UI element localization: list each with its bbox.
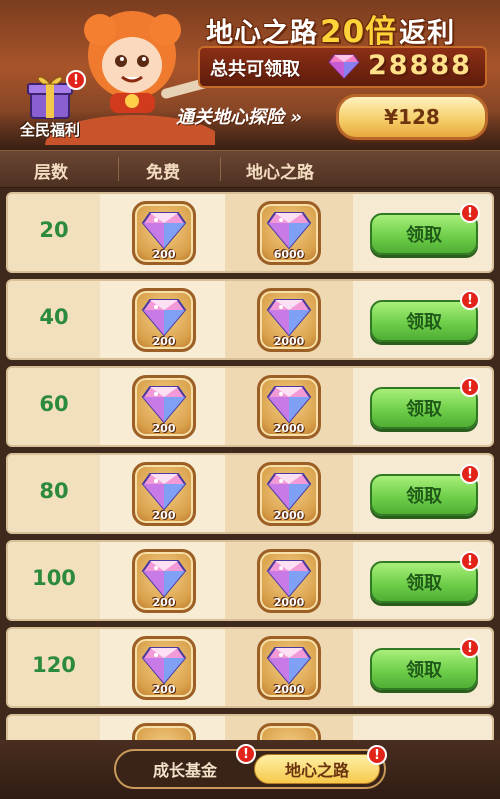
- welfare-button[interactable]: ! 全民福利: [14, 70, 86, 140]
- core-road-reward-slot[interactable]: 2000: [257, 636, 321, 700]
- reward-row-partial: [6, 714, 494, 740]
- reward-row: 100 200 2000 领取!: [6, 540, 494, 621]
- level-cell: [8, 716, 100, 740]
- free-reward-slot[interactable]: 200: [132, 549, 196, 613]
- welfare-alert-badge: !: [66, 70, 86, 90]
- tab-bar: 成长基金 ! 地心之路 !: [114, 744, 387, 789]
- level-number: 80: [39, 479, 69, 503]
- claim-alert-badge: !: [460, 377, 480, 397]
- table-header: 层数 免费 地心之路: [0, 150, 500, 189]
- total-reward-box: 总共可领取 28888: [198, 46, 487, 88]
- core-road-reward-slot[interactable]: 2000: [257, 462, 321, 526]
- claim-alert-badge: !: [460, 203, 480, 223]
- level-number: 60: [39, 392, 69, 416]
- reward-row: 40 200 2000 领取!: [6, 279, 494, 360]
- gem-icon: [141, 212, 187, 250]
- reward-row: 80 200 2000 领取!: [6, 453, 494, 534]
- free-reward-amount: 200: [152, 422, 176, 435]
- total-label: 总共可领取: [210, 59, 300, 80]
- gem-icon: [266, 386, 312, 424]
- level-number: 20: [39, 218, 69, 242]
- tab-growth-fund-label: 成长基金: [152, 761, 217, 780]
- free-reward-slot[interactable]: 200: [132, 201, 196, 265]
- tab-core-road-badge: !: [367, 745, 387, 765]
- free-reward-amount: 200: [152, 509, 176, 522]
- claim-alert-badge: !: [460, 464, 480, 484]
- reward-list[interactable]: 20 200 6000 领取! 40 200 2000 领取! 60 200 2000 领取! 80 20…: [0, 188, 500, 740]
- title-multiplier: 20倍: [320, 14, 398, 50]
- core-road-reward-slot[interactable]: [257, 723, 321, 740]
- core-road-reward-amount: 2000: [273, 335, 305, 348]
- level-number: 120: [32, 653, 76, 677]
- gem-icon: [328, 54, 360, 79]
- header-divider: [118, 157, 119, 181]
- free-reward-slot[interactable]: 200: [132, 375, 196, 439]
- core-road-reward-slot[interactable]: 6000: [257, 201, 321, 265]
- core-road-reward-slot[interactable]: 2000: [257, 549, 321, 613]
- free-reward-amount: 200: [152, 248, 176, 261]
- header-core-road: 地心之路: [246, 163, 314, 183]
- welfare-label: 全民福利: [19, 121, 80, 139]
- total-value: 28888: [368, 50, 472, 81]
- core-road-reward-amount: 2000: [273, 509, 305, 522]
- purchase-price-button[interactable]: ¥128: [336, 94, 488, 140]
- free-reward-slot[interactable]: [132, 723, 196, 740]
- core-road-reward-amount: 6000: [273, 248, 305, 261]
- core-road-reward-amount: 2000: [273, 422, 305, 435]
- reward-row: 120 200 2000 领取!: [6, 627, 494, 708]
- gem-icon: [141, 473, 187, 511]
- core-road-reward-slot[interactable]: 2000: [257, 375, 321, 439]
- level-number: 40: [39, 305, 69, 329]
- tab-core-road-label: 地心之路: [284, 761, 349, 780]
- free-reward-amount: 200: [152, 335, 176, 348]
- gem-icon: [141, 386, 187, 424]
- bottom-nav: 成长基金 ! 地心之路 !: [0, 740, 500, 799]
- gem-icon: [266, 473, 312, 511]
- free-reward-amount: 200: [152, 596, 176, 609]
- reward-row: 60 200 2000 领取!: [6, 366, 494, 447]
- reward-row: 20 200 6000 领取!: [6, 192, 494, 273]
- tab-core-road[interactable]: 地心之路 !: [254, 745, 387, 784]
- gem-icon: [266, 212, 312, 250]
- claim-alert-badge: !: [460, 551, 480, 571]
- tab-growth-fund-badge: !: [236, 744, 256, 764]
- gem-icon: [141, 299, 187, 337]
- free-reward-slot[interactable]: 200: [132, 288, 196, 352]
- header-divider: [220, 157, 221, 181]
- free-reward-slot[interactable]: 200: [132, 462, 196, 526]
- claim-alert-badge: !: [460, 290, 480, 310]
- banner-title: 地心之路20倍返利: [206, 6, 455, 51]
- event-banner: 地心之路20倍返利 总共可领取 28888 ! 全民福利 通关地心探险 » ¥1…: [0, 0, 500, 150]
- core-road-reward-amount: 2000: [273, 596, 305, 609]
- level-number: 100: [32, 566, 76, 590]
- gem-icon: [266, 299, 312, 337]
- header-free: 免费: [146, 163, 180, 183]
- core-road-reward-amount: 2000: [273, 683, 305, 696]
- free-reward-slot[interactable]: 200: [132, 636, 196, 700]
- gem-icon: [266, 647, 312, 685]
- header-level: 层数: [34, 163, 68, 183]
- free-reward-amount: 200: [152, 683, 176, 696]
- title-suffix: 返利: [399, 18, 456, 49]
- claim-alert-badge: !: [460, 638, 480, 658]
- title-prefix: 地心之路: [206, 18, 318, 49]
- tab-growth-fund[interactable]: 成长基金 !: [122, 744, 256, 784]
- gem-icon: [141, 647, 187, 685]
- pass-condition-text: 通关地心探险 »: [176, 107, 302, 128]
- gem-icon: [266, 560, 312, 598]
- core-road-reward-slot[interactable]: 2000: [257, 288, 321, 352]
- gem-icon: [141, 560, 187, 598]
